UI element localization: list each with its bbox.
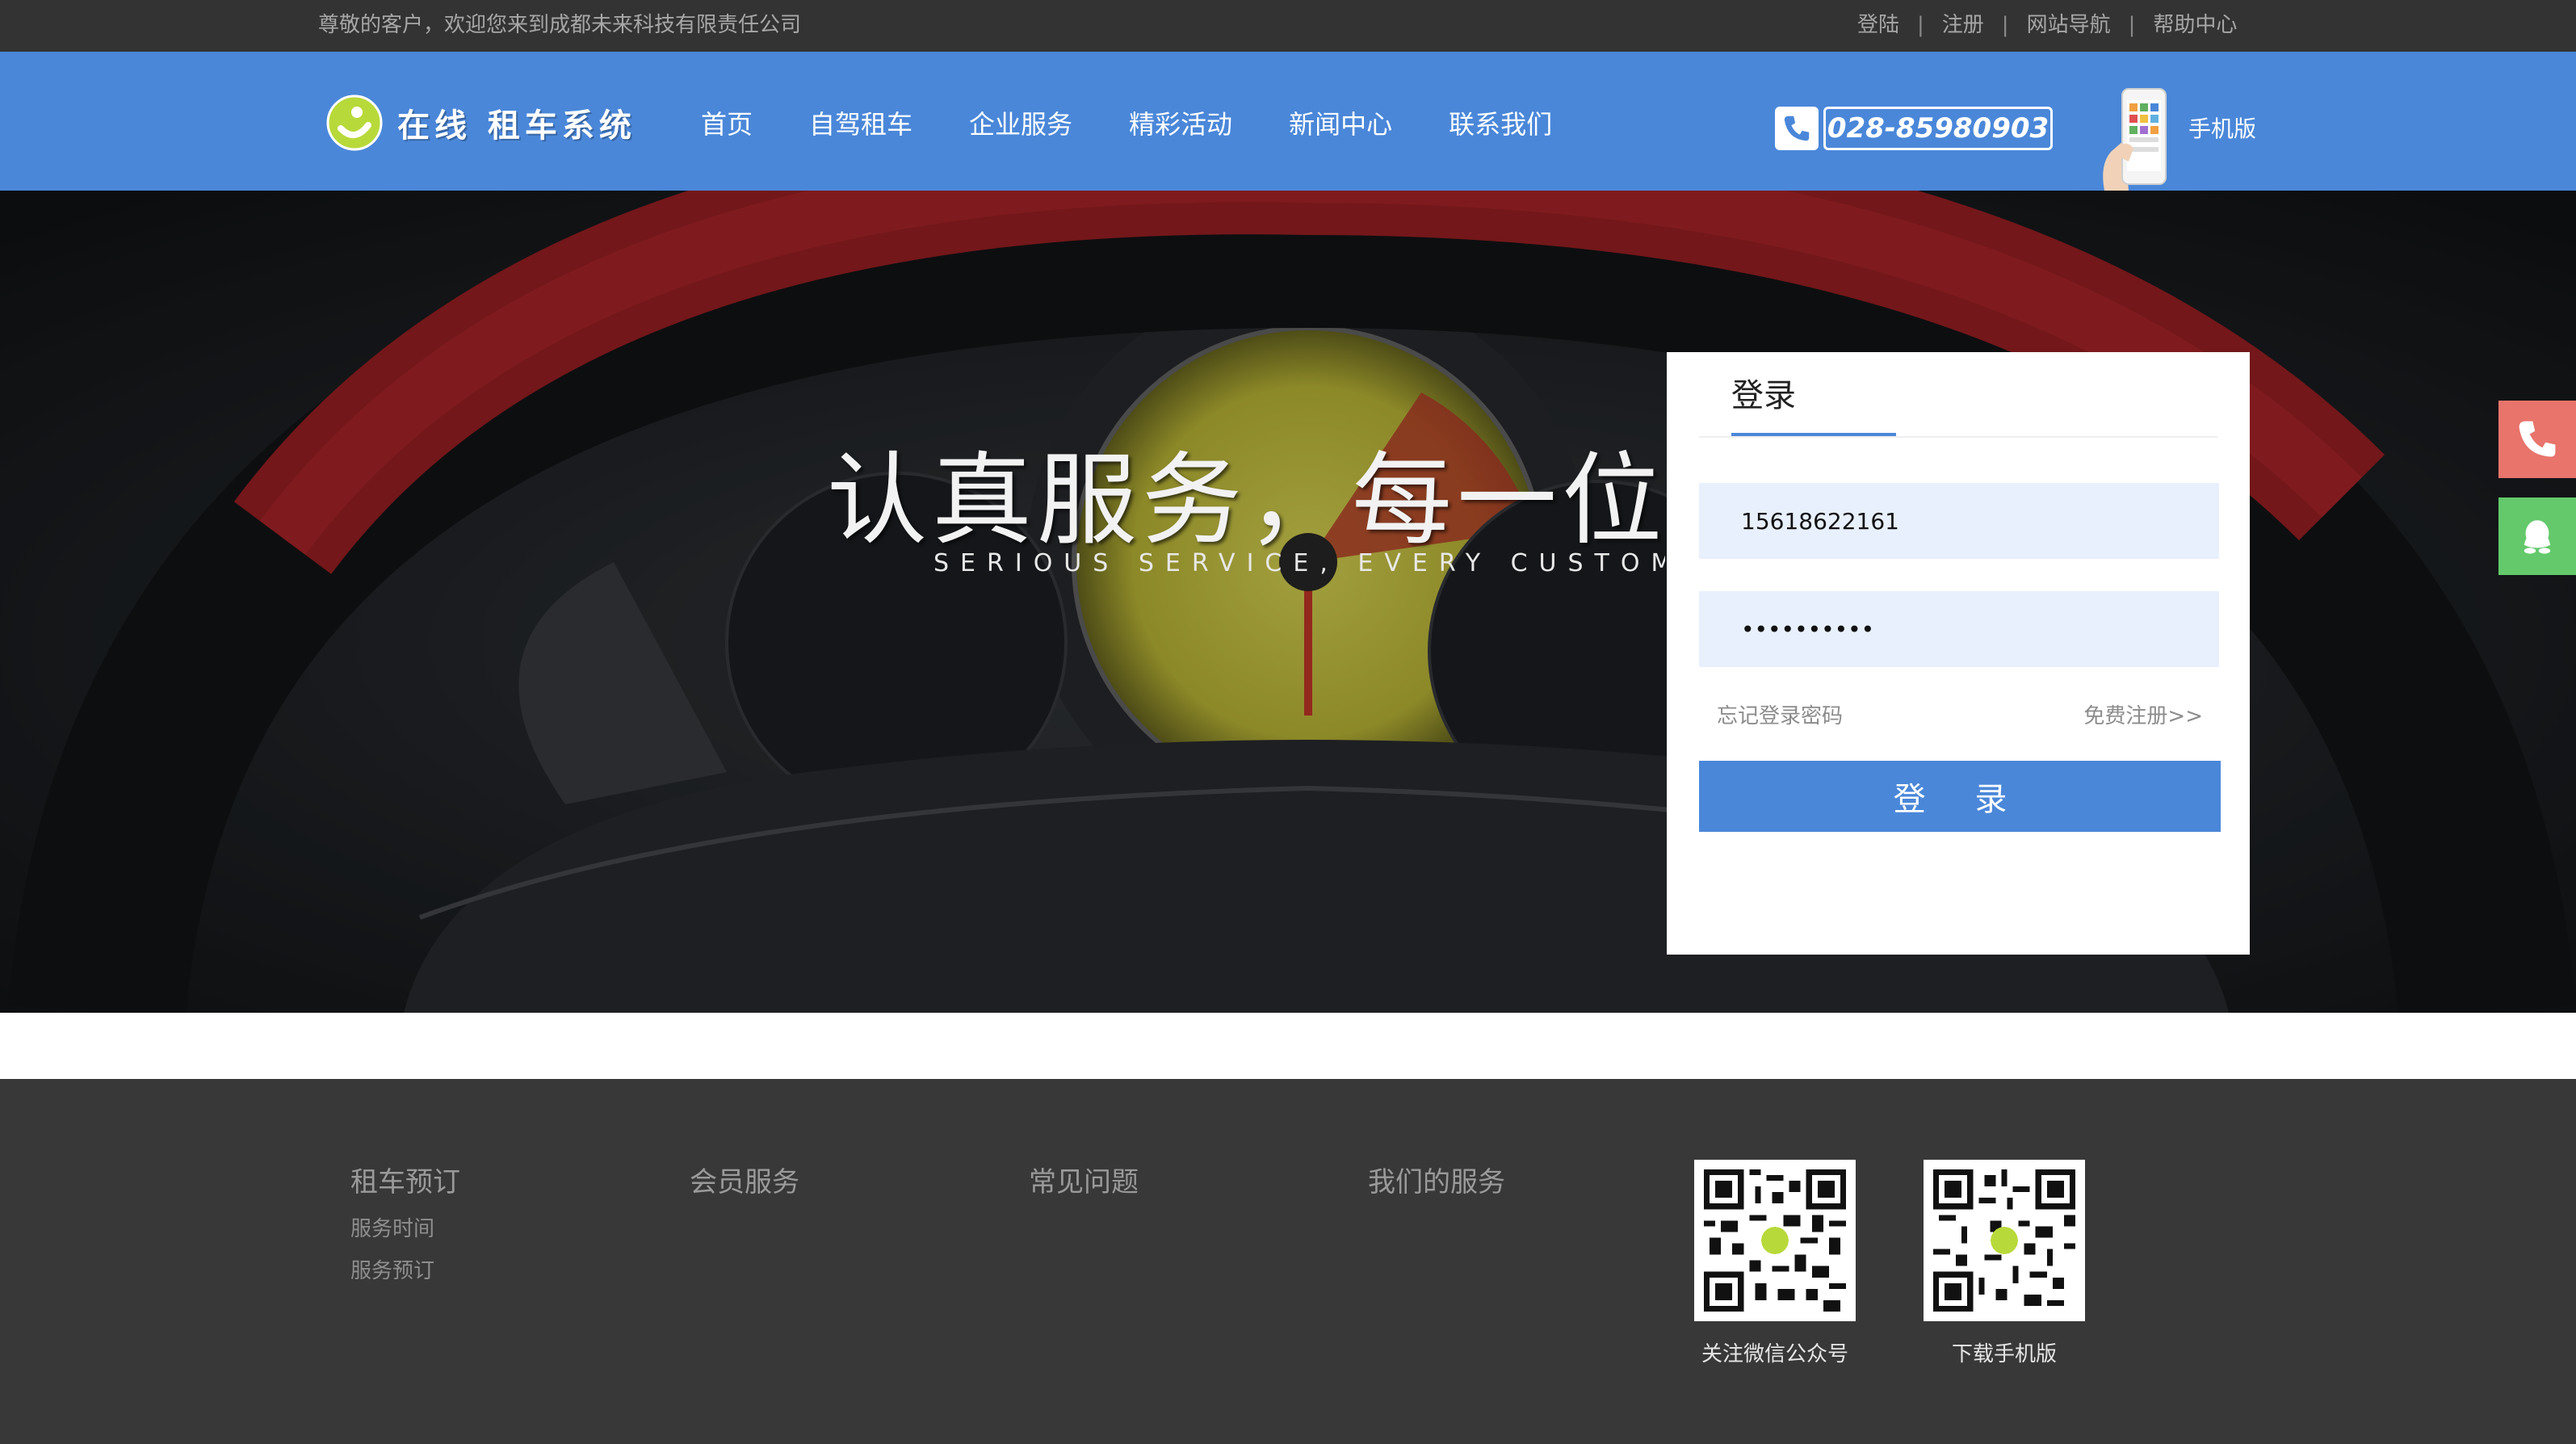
top-bar: 尊敬的客户，欢迎您来到成都未来科技有限责任公司 登陆 | 注册 | 网站导航 |…	[0, 0, 2576, 52]
top-link-login[interactable]: 登陆	[1857, 11, 1899, 39]
nav-enterprise[interactable]: 企业服务	[969, 100, 1072, 149]
login-panel: 登录 忘记登录密码 免费注册>> 登 录	[1667, 352, 2250, 955]
logo[interactable]: 在线 租车系统	[326, 94, 636, 152]
footer-column-members: 会员服务	[690, 1163, 799, 1202]
logo-icon	[326, 94, 383, 151]
hotline-number: 028-85980903	[1823, 107, 2053, 150]
tab-active-indicator	[1731, 433, 1896, 436]
hotline: 028-85980903	[1775, 105, 2053, 152]
nav-contact[interactable]: 联系我们	[1449, 100, 1552, 149]
logo-text: 在线 租车系统	[397, 107, 636, 145]
footer-column-title: 我们的服务	[1368, 1166, 1505, 1198]
top-links: 登陆 | 注册 | 网站导航 | 帮助中心	[1857, 11, 2237, 39]
footer: 租车预订 服务时间 服务预订 会员服务 常见问题 我们的服务 关注微信公众号 下…	[0, 1079, 2576, 1444]
footer-link-service-time[interactable]: 服务时间	[350, 1208, 460, 1250]
footer-column-faq: 常见问题	[1029, 1163, 1139, 1202]
register-link[interactable]: 免费注册>>	[2083, 699, 2203, 729]
mobile-app-qr-label: 下载手机版	[1951, 1342, 2057, 1366]
qr-code-icon	[1933, 1169, 2075, 1312]
nav-news[interactable]: 新闻中心	[1289, 100, 1392, 149]
qq-icon	[2524, 520, 2551, 554]
footer-column-booking: 租车预订 服务时间 服务预订	[350, 1163, 460, 1292]
footer-column-services: 我们的服务	[1368, 1163, 1505, 1202]
mobile-app-qr-code	[1924, 1160, 2085, 1321]
header: 在线 租车系统 首页 自驾租车 企业服务 精彩活动 新闻中心 联系我们 028-…	[0, 52, 2576, 191]
separator: |	[2001, 13, 2009, 37]
tab-divider	[1699, 436, 2217, 438]
footer-column-title: 常见问题	[1029, 1166, 1139, 1198]
footer-column-title: 会员服务	[690, 1166, 799, 1198]
hero-slogan-english: SERIOUS SERVICE, EVERY CUSTOMER	[933, 549, 1665, 577]
separator: |	[1917, 13, 1924, 37]
wechat-qr-code	[1694, 1160, 1856, 1321]
nav-events[interactable]: 精彩活动	[1129, 100, 1232, 149]
phone-icon	[2519, 421, 2556, 457]
phone-icon	[1775, 107, 1819, 150]
welcome-text: 尊敬的客户，欢迎您来到成都未来科技有限责任公司	[318, 13, 802, 37]
top-link-help[interactable]: 帮助中心	[2153, 11, 2237, 39]
top-link-sitemap[interactable]: 网站导航	[2027, 11, 2111, 39]
footer-link-service-booking[interactable]: 服务预订	[350, 1250, 460, 1292]
top-link-register[interactable]: 注册	[1942, 11, 1984, 39]
side-qq-button[interactable]	[2498, 497, 2576, 575]
content-spacer	[0, 1013, 2576, 1079]
footer-column-title: 租车预订	[350, 1166, 460, 1198]
side-phone-button[interactable]	[2498, 401, 2576, 478]
wechat-qr-label: 关注微信公众号	[1701, 1342, 1848, 1366]
qr-code-icon	[1704, 1169, 1846, 1312]
username-input[interactable]	[1699, 483, 2219, 559]
nav-home[interactable]: 首页	[701, 100, 753, 149]
separator: |	[2128, 13, 2136, 37]
mobile-version-label: 手机版	[2188, 115, 2257, 142]
nav-self-drive[interactable]: 自驾租车	[809, 100, 913, 149]
mobile-version-link[interactable]: 手机版	[2096, 84, 2266, 191]
forgot-password-link[interactable]: 忘记登录密码	[1717, 699, 1843, 729]
password-input[interactable]	[1699, 591, 2219, 667]
login-button[interactable]: 登 录	[1699, 761, 2221, 832]
tab-login[interactable]: 登录	[1731, 373, 1796, 418]
hero-slogan: 认真服务，每一位客户	[827, 443, 1667, 559]
main-nav: 首页 自驾租车 企业服务 精彩活动 新闻中心 联系我们	[701, 100, 1609, 149]
mobile-phone-icon	[2103, 88, 2167, 191]
